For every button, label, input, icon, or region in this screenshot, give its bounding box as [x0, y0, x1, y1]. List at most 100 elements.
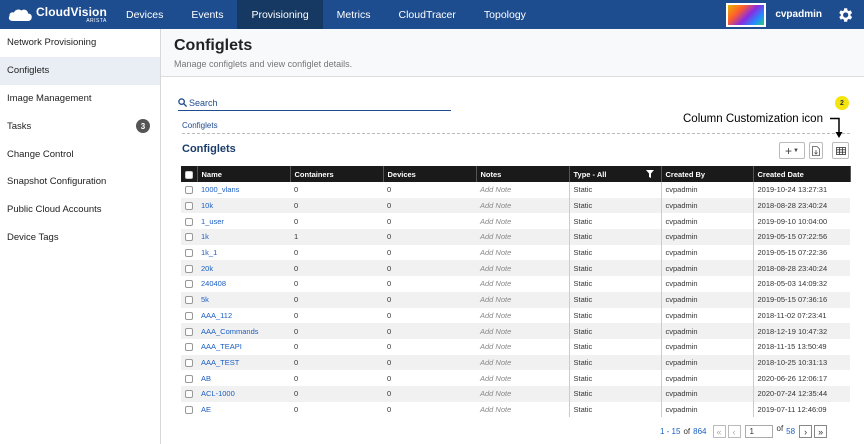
row-checkbox[interactable] [181, 291, 197, 308]
configlet-name-link[interactable]: 10k [197, 197, 290, 214]
configlet-name-link[interactable]: 1_user [197, 213, 290, 229]
sidebar-item-configlets[interactable]: Configlets [0, 56, 160, 85]
row-checkbox[interactable] [181, 323, 197, 339]
configlet-name-link[interactable]: AB [197, 370, 290, 386]
username[interactable]: cvpadmin [775, 9, 822, 20]
column-header-created-by[interactable]: Created By [661, 166, 754, 182]
configlet-name-link[interactable]: AAA_Commands [197, 323, 290, 339]
nav-provisioning[interactable]: Provisioning [237, 0, 323, 29]
configlet-name-link[interactable]: AAA_TEAPI [197, 339, 290, 355]
cloudvision-logo[interactable]: CloudVision ARISTA [0, 0, 112, 29]
table-row[interactable]: 20k 0 0 Add Note Static cvpadmin 2018-08-28 23… [181, 260, 850, 277]
row-checkbox[interactable] [181, 339, 197, 355]
table-row[interactable]: 1_user 0 0 Add Note Static cvpadmin 2019-09-10… [181, 213, 850, 230]
add-note-link[interactable]: Add Note [476, 308, 569, 324]
add-note-link[interactable]: Add Note [476, 385, 569, 402]
column-header-type[interactable]: Type - All [569, 166, 662, 182]
row-checkbox[interactable] [181, 276, 197, 292]
search-input[interactable]: Search [178, 95, 451, 111]
configlet-name-link[interactable]: 20k [197, 260, 290, 277]
export-button[interactable] [809, 142, 823, 159]
column-header-containers[interactable]: Containers [290, 166, 384, 182]
type-cell: Static [568, 197, 661, 214]
nav-metrics[interactable]: Metrics [323, 0, 385, 29]
add-note-link[interactable]: Add Note [476, 291, 569, 308]
table-row[interactable]: AAA_112 0 0 Add Note Static cvpadmin 2018-11-0… [181, 307, 850, 324]
row-checkbox[interactable] [181, 370, 197, 386]
add-note-link[interactable]: Add Note [476, 370, 569, 386]
add-note-link[interactable]: Add Note [476, 276, 569, 292]
table-row[interactable]: 1k 1 0 Add Note Static cvpadmin 2019-05-15 07:… [181, 229, 850, 245]
sidebar-item-snapshot-configuration[interactable]: Snapshot Configuration [0, 168, 160, 196]
page-number-input[interactable]: 1 [744, 425, 773, 438]
column-header-devices[interactable]: Devices [383, 166, 477, 182]
sidebar-item-change-control[interactable]: Change Control [0, 140, 160, 168]
configlet-name-link[interactable]: AE [197, 402, 290, 418]
table-row[interactable]: 1k_1 0 0 Add Note Static cvpadmin 2019-05-15 0… [181, 244, 850, 261]
sidebar-item-network-provisioning[interactable]: Network Provisioning [0, 29, 160, 57]
prev-page-button[interactable]: ‹ [727, 425, 741, 438]
table-row[interactable]: ACL-1000 0 0 Add Note Static cvpadmin 2020-07-… [181, 385, 850, 402]
configlet-name-link[interactable]: AAA_112 [197, 308, 290, 324]
add-note-link[interactable]: Add Note [476, 339, 569, 355]
row-checkbox[interactable] [181, 213, 197, 229]
breadcrumb[interactable]: Configlets [182, 121, 218, 130]
filter-icon[interactable] [645, 170, 654, 178]
configlet-name-link[interactable]: ACL-1000 [197, 385, 290, 402]
table-row[interactable]: 1000_vlans 0 0 Add Note Static cvpadmin 2019-1… [181, 182, 850, 198]
sidebar-item-public-cloud-accounts[interactable]: Public Cloud Accounts [0, 196, 160, 224]
add-configlet-button[interactable]: + ▼ [779, 142, 805, 159]
row-checkbox[interactable] [181, 385, 197, 402]
nav-topology[interactable]: Topology [470, 0, 540, 29]
row-checkbox[interactable] [181, 182, 197, 198]
column-header-created-date[interactable]: Created Date [753, 166, 851, 182]
table-row[interactable]: AAA_Commands 0 0 Add Note Static cvpadmin 2018… [181, 323, 850, 339]
add-note-link[interactable]: Add Note [476, 260, 569, 277]
next-page-button[interactable]: › [799, 425, 813, 438]
created-by-cell: cvpadmin [660, 401, 753, 418]
add-note-link[interactable]: Add Note [476, 229, 569, 245]
add-note-link[interactable]: Add Note [476, 402, 569, 418]
sidebar-item-tasks[interactable]: Tasks 3 [0, 112, 160, 140]
avatar[interactable] [726, 2, 767, 27]
table-row[interactable]: AAA_TEAPI 0 0 Add Note Static cvpadmin 2018-11… [181, 338, 850, 355]
column-header-name[interactable]: Name [197, 166, 291, 182]
table-row[interactable]: 5k 0 0 Add Note Static cvpadmin 2019-05-15 07:… [181, 291, 850, 308]
configlet-name-link[interactable]: 1k [197, 229, 290, 245]
last-page-button[interactable]: » [814, 425, 828, 438]
add-note-link[interactable]: Add Note [476, 354, 569, 371]
row-checkbox[interactable] [181, 197, 197, 214]
sidebar-item-device-tags[interactable]: Device Tags [0, 224, 160, 252]
configlet-name-link[interactable]: 240408 [197, 276, 290, 292]
table-row[interactable]: AB 0 0 Add Note Static cvpadmin 2020-06-26 12:… [181, 370, 850, 386]
add-note-link[interactable]: Add Note [476, 213, 569, 229]
nav-devices[interactable]: Devices [112, 0, 177, 29]
sidebar-item-image-management[interactable]: Image Management [0, 85, 160, 113]
nav-cloudtracer[interactable]: CloudTracer [385, 0, 470, 29]
row-checkbox[interactable] [181, 229, 197, 245]
add-note-link[interactable]: Add Note [476, 197, 569, 214]
nav-events[interactable]: Events [177, 0, 237, 29]
add-note-link[interactable]: Add Note [476, 245, 569, 261]
add-note-link[interactable]: Add Note [476, 323, 569, 339]
table-row[interactable]: 240408 0 0 Add Note Static cvpadmin 2018-05-03… [181, 276, 850, 292]
table-row[interactable]: 10k 0 0 Add Note Static cvpadmin 2018-08-28 23… [181, 197, 850, 214]
configlet-name-link[interactable]: 1k_1 [197, 245, 290, 261]
row-checkbox[interactable] [181, 260, 197, 277]
table-row[interactable]: AE 0 0 Add Note Static cvpadmin 2019-07-11 12:… [181, 401, 850, 418]
configlet-name-link[interactable]: AAA_TEST [197, 354, 290, 371]
gear-icon[interactable] [836, 6, 854, 24]
first-page-button[interactable]: « [712, 425, 726, 438]
select-all-checkbox[interactable] [181, 166, 198, 182]
row-checkbox[interactable] [181, 354, 197, 371]
created-by-cell: cvpadmin [660, 385, 753, 402]
table-row[interactable]: AAA_TEST 0 0 Add Note Static cvpadmin 2018-10-… [181, 354, 850, 371]
row-checkbox[interactable] [181, 308, 197, 324]
column-header-notes[interactable]: Notes [476, 166, 570, 182]
row-checkbox[interactable] [181, 402, 197, 418]
configlet-name-link[interactable]: 5k [197, 291, 290, 308]
column-customization-button[interactable] [832, 142, 849, 159]
configlet-name-link[interactable]: 1000_vlans [197, 182, 290, 198]
add-note-link[interactable]: Add Note [476, 182, 569, 198]
row-checkbox[interactable] [181, 245, 197, 261]
